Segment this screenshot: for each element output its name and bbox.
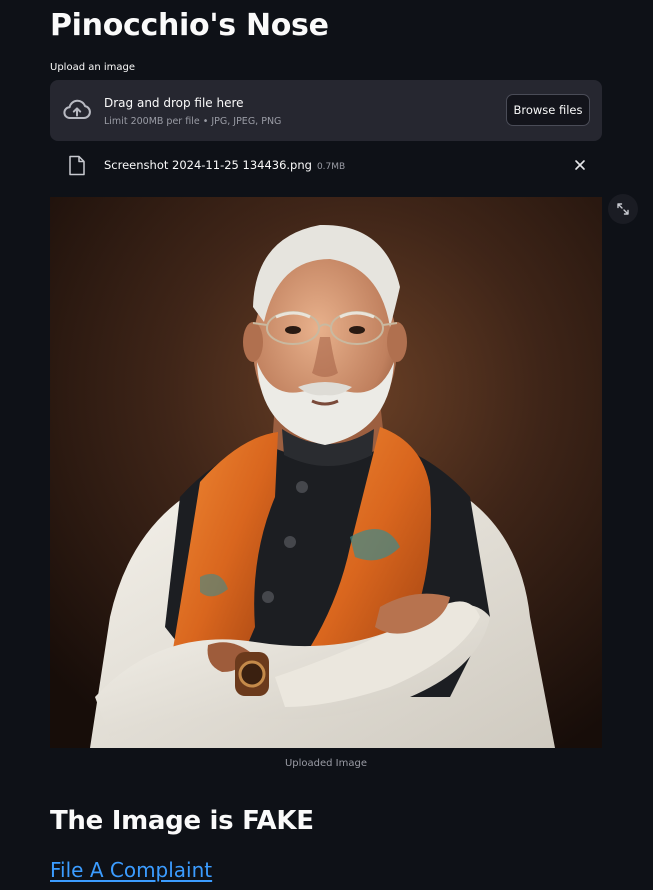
- result-verdict: The Image is FAKE: [50, 806, 314, 836]
- page-title: Pinocchio's Nose: [50, 8, 329, 43]
- file-name-text: Screenshot 2024-11-25 134436.png: [104, 158, 312, 172]
- uploader-label: Upload an image: [50, 62, 136, 73]
- dropzone-limit-text: Limit 200MB per file • JPG, JPEG, PNG: [104, 116, 282, 127]
- fullscreen-button[interactable]: [608, 194, 638, 224]
- uploaded-image: [50, 197, 602, 748]
- file-size-text: 0.7MB: [316, 162, 346, 172]
- dropzone-instructions: Drag and drop file here: [104, 96, 244, 110]
- image-caption: Uploaded Image: [284, 758, 368, 769]
- close-icon[interactable]: [572, 157, 588, 173]
- cloud-upload-icon: [63, 99, 91, 119]
- uploaded-file-row: Screenshot 2024-11-25 134436.png 0.7MB: [50, 150, 602, 180]
- portrait-image: [50, 197, 602, 748]
- app-page: Pinocchio's Nose Upload an image Drag an…: [0, 0, 653, 890]
- expand-icon: [617, 203, 629, 215]
- browse-files-button[interactable]: Browse files: [506, 94, 590, 126]
- file-dropzone[interactable]: Drag and drop file here Limit 200MB per …: [50, 80, 602, 141]
- file-icon: [69, 155, 85, 176]
- uploaded-file-name: Screenshot 2024-11-25 134436.png 0.7MB: [104, 158, 345, 174]
- file-complaint-link[interactable]: File A Complaint: [50, 856, 212, 884]
